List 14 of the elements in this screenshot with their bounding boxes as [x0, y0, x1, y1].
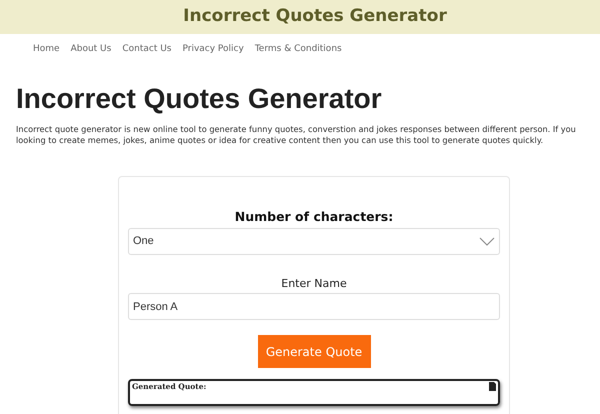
chevron-down-icon — [479, 236, 495, 246]
characters-label: Number of characters: — [234, 208, 394, 226]
nav-link[interactable]: Terms & Conditions — [254, 42, 342, 56]
nav-link[interactable]: Contact Us — [122, 42, 172, 56]
document-icon[interactable] — [489, 382, 496, 392]
nav-link[interactable]: Privacy Policy — [182, 42, 244, 56]
nav-link[interactable]: Home — [33, 42, 60, 56]
characters-select[interactable]: One — [128, 228, 500, 255]
intro-paragraph: Incorrect quote generator is new online tool to generate funny quotes, converstion and jokes responses between different person. If you looking to create memes, jokes, anime quotes or idea for creative content then you can use this tool to generate quotes quickly. — [16, 124, 577, 145]
site-title: Incorrect Quotes Generator — [183, 5, 447, 28]
name-label: Enter Name — [281, 276, 347, 292]
name-field[interactable]: Person A — [128, 293, 500, 320]
nav-link[interactable]: About Us — [70, 42, 112, 56]
page-heading: Incorrect Quotes Generator — [16, 83, 383, 115]
